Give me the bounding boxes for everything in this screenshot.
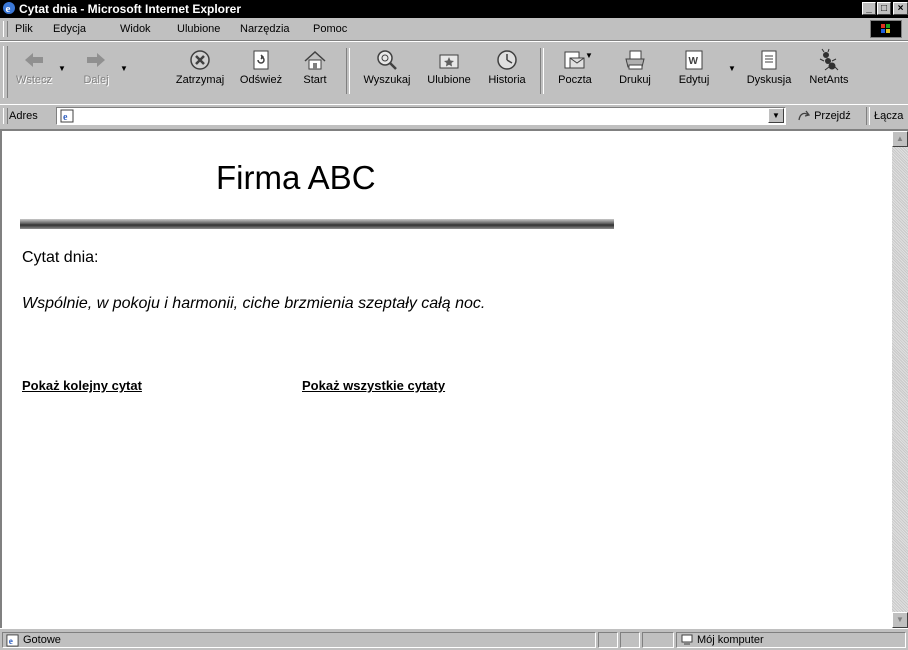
windows-flag-icon [881, 24, 890, 33]
mail-label: Poczta [558, 74, 592, 86]
status-panel-progress [598, 632, 618, 648]
word-document-icon: W [685, 50, 703, 70]
printer-icon [625, 50, 645, 70]
address-dropdown-button[interactable]: ▼ [768, 108, 784, 123]
stop-button[interactable]: Zatrzymaj [170, 48, 230, 86]
svg-text:e: e [63, 112, 68, 123]
quote-label: Cytat dnia: [22, 249, 99, 266]
forward-label: Dalej [83, 74, 109, 86]
refresh-button[interactable]: Odśwież [234, 48, 288, 86]
refresh-label: Odśwież [239, 74, 283, 86]
back-label: Wstecz [15, 74, 53, 86]
history-label: Historia [488, 74, 526, 86]
forward-button[interactable]: Dalej [76, 48, 116, 86]
standard-toolbar: Wstecz ▼ Dalej ▼ Zatrzymaj Odśwież Start… [0, 41, 908, 105]
computer-icon [681, 634, 693, 645]
discussion-icon [761, 50, 777, 70]
menu-narzedzia[interactable]: Narzędzia [240, 23, 290, 35]
edit-button[interactable]: W Edytuj [674, 48, 714, 86]
print-button[interactable]: Drukuj [612, 48, 658, 86]
edit-label: Edytuj [678, 74, 710, 86]
minimize-button[interactable]: _ [862, 2, 876, 15]
home-button[interactable]: Start [297, 48, 333, 86]
go-arrow-icon [798, 110, 811, 121]
stop-icon [190, 50, 210, 70]
go-button[interactable]: Przejdź [797, 110, 851, 122]
address-bar: Adres e ▼ Przejdź Łącza [0, 104, 908, 130]
page-heading: Firma ABC [216, 159, 376, 196]
status-panel-extra [642, 632, 674, 648]
menu-grip[interactable] [3, 21, 8, 37]
scroll-down-button[interactable]: ▼ [892, 612, 908, 628]
home-label: Start [303, 74, 327, 86]
search-label: Wyszukaj [363, 74, 411, 86]
address-input[interactable]: e [56, 107, 786, 125]
title-bar: e Cytat dnia - Microsoft Internet Explor… [0, 0, 908, 18]
horizontal-rule [20, 219, 614, 229]
maximize-button[interactable]: □ [877, 2, 891, 15]
history-icon [497, 50, 517, 70]
netants-icon [819, 48, 839, 71]
discuss-label: Dyskusja [746, 74, 792, 86]
status-text-panel: e Gotowe [2, 632, 596, 648]
links-button[interactable]: Łącza [874, 110, 903, 122]
svg-text:e: e [6, 3, 11, 15]
favorites-button[interactable]: Ulubione [420, 48, 478, 86]
menu-pomoc[interactable]: Pomoc [313, 23, 347, 35]
status-text: Gotowe [23, 634, 61, 646]
netants-label: NetAnts [809, 74, 849, 86]
edit-dropdown-arrow[interactable]: ▼ [728, 64, 736, 73]
page-done-icon: e [6, 634, 19, 647]
svg-text:W: W [689, 56, 699, 67]
menu-plik[interactable]: Plik [15, 23, 33, 35]
links-separator [866, 107, 870, 125]
svg-text:e: e [9, 637, 13, 647]
quote-text: Wspólnie, w pokoju i harmonii, ciche brz… [22, 295, 486, 312]
all-quotes-link[interactable]: Pokaż wszystkie cytaty [302, 378, 445, 393]
back-dropdown-arrow[interactable]: ▼ [58, 64, 66, 73]
mail-dropdown-arrow[interactable]: ▼ [585, 51, 593, 60]
internet-explorer-icon: e [3, 2, 15, 15]
search-icon [377, 50, 397, 70]
menu-edycja[interactable]: Edycja [53, 23, 86, 35]
vertical-scrollbar[interactable]: ▲ ▼ [892, 131, 908, 628]
close-button[interactable]: × [893, 2, 908, 15]
status-bar: e Gotowe Mój komputer [0, 628, 908, 650]
status-panel-lock [620, 632, 640, 648]
favorites-folder-icon [439, 54, 459, 69]
favorites-label: Ulubione [427, 74, 471, 86]
netants-button[interactable]: NetAnts [804, 48, 854, 86]
print-label: Drukuj [619, 74, 651, 86]
refresh-icon [253, 50, 269, 70]
scroll-up-button[interactable]: ▲ [892, 131, 908, 147]
home-icon [304, 50, 326, 70]
discuss-button[interactable]: Dyskusja [740, 48, 798, 86]
stop-label: Zatrzymaj [175, 74, 225, 86]
history-button[interactable]: Historia [482, 48, 532, 86]
go-label: Przejdź [814, 110, 851, 122]
back-arrow-icon [25, 53, 43, 67]
forward-arrow-icon [87, 53, 105, 67]
back-button[interactable]: Wstecz [14, 48, 54, 86]
menu-widok[interactable]: Widok [120, 23, 151, 35]
windows-logo-throbber [870, 20, 902, 38]
next-quote-link[interactable]: Pokaż kolejny cytat [22, 378, 142, 393]
window-title: Cytat dnia - Microsoft Internet Explorer [19, 2, 242, 16]
page-viewport: Firma ABC Cytat dnia: Wspólnie, w pokoju… [0, 129, 908, 628]
toolbar-separator [540, 48, 544, 94]
address-label: Adres [9, 110, 38, 122]
search-button[interactable]: Wyszukaj [357, 48, 417, 86]
toolbar-separator [346, 48, 350, 94]
page-icon: e [60, 109, 74, 123]
status-zone-panel: Mój komputer [676, 632, 906, 648]
menu-ulubione[interactable]: Ulubione [177, 23, 220, 35]
address-grip[interactable] [3, 108, 8, 124]
status-zone-text: Mój komputer [697, 634, 764, 646]
menu-bar: Plik Edycja Widok Ulubione Narzędzia Pom… [0, 18, 908, 41]
toolbar-grip[interactable] [3, 46, 8, 98]
forward-dropdown-arrow[interactable]: ▼ [120, 64, 128, 73]
